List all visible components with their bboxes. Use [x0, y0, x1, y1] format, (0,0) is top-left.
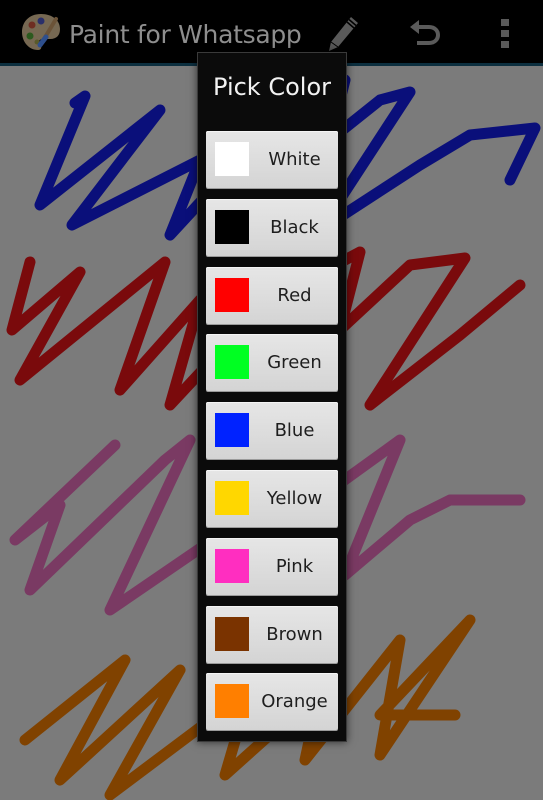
- color-swatch: [215, 345, 249, 380]
- color-button-red[interactable]: Red: [206, 266, 338, 324]
- color-swatch: [215, 209, 249, 244]
- overflow-menu-icon: [501, 19, 509, 48]
- color-swatch: [215, 413, 249, 448]
- color-label: White: [268, 149, 321, 170]
- color-button-green[interactable]: Green: [206, 334, 338, 392]
- color-button-brown[interactable]: Brown: [206, 605, 338, 663]
- screen: Paint for Whatsapp Pick Color White Blac…: [0, 0, 543, 800]
- color-label: Green: [267, 352, 322, 374]
- undo-icon: [410, 20, 441, 45]
- color-button-black[interactable]: Black: [206, 198, 338, 256]
- color-swatch: [215, 616, 249, 651]
- color-swatch: [215, 548, 249, 583]
- color-button-white[interactable]: White: [206, 131, 338, 188]
- color-button-orange[interactable]: Orange: [206, 673, 338, 731]
- color-swatch: [215, 277, 249, 312]
- palette-icon[interactable]: [20, 11, 62, 53]
- undo-button[interactable]: [402, 10, 448, 58]
- pick-color-dialog: Pick Color White Black Red Green Blue Yellow P…: [197, 52, 347, 742]
- color-button-pink[interactable]: Pink: [206, 537, 338, 595]
- app-title: Paint for Whatsapp: [69, 20, 302, 49]
- color-label: Red: [277, 284, 312, 306]
- pencil-button[interactable]: [320, 10, 366, 58]
- color-button-blue[interactable]: Blue: [206, 402, 338, 460]
- color-swatch: [215, 481, 249, 515]
- color-label: Orange: [261, 691, 328, 713]
- color-label: Pink: [275, 555, 314, 577]
- color-button-yellow[interactable]: Yellow: [206, 470, 338, 527]
- color-label: Blue: [274, 420, 315, 442]
- color-label: Brown: [266, 623, 323, 645]
- dialog-title: Pick Color: [213, 73, 331, 101]
- pencil-icon: [329, 17, 358, 51]
- color-swatch: [215, 684, 249, 719]
- overflow-menu-button[interactable]: [482, 10, 528, 58]
- color-label: Yellow: [266, 488, 323, 509]
- color-swatch: [215, 142, 249, 176]
- color-label: Black: [270, 216, 319, 238]
